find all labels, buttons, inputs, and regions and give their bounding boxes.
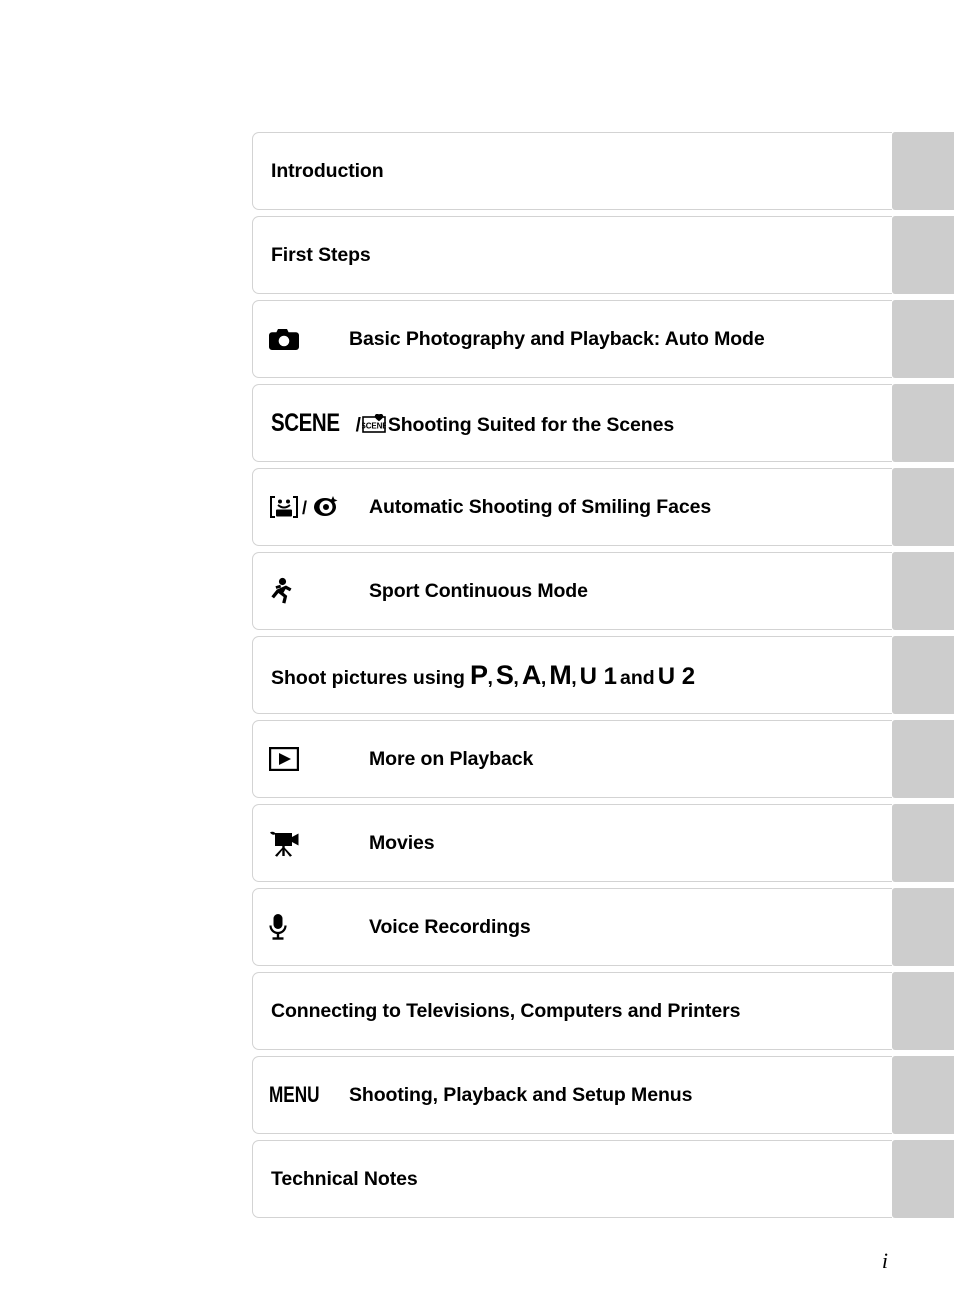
chapter-tab [892, 888, 954, 966]
toc-entry-movies[interactable]: Movies [252, 804, 892, 882]
toc-entry-voice-recordings[interactable]: Voice Recordings [252, 888, 892, 966]
svg-text:SCENE: SCENE [362, 421, 386, 430]
chapter-tab [892, 636, 954, 714]
menu-icon-text: MENU [269, 1082, 320, 1107]
toc-row[interactable]: SCENE / SCENE Shooting Suited for the Sce… [252, 384, 954, 462]
toc-label: Movies [369, 831, 435, 854]
toc-row[interactable]: / Automatic Shooting of Smiling Faces [252, 468, 954, 546]
movie-camera-icon [253, 830, 349, 857]
toc-label: Basic Photography and Playback: Auto Mod… [349, 327, 765, 350]
scene-row-content: SCENE / SCENE Shooting Suited for the Sce… [271, 408, 675, 437]
toc-row[interactable]: Technical Notes [252, 1140, 954, 1218]
toc-row[interactable]: Introduction [252, 132, 954, 210]
toc-entry-connecting[interactable]: Connecting to Televisions, Computers and… [252, 972, 892, 1050]
toc-entry-menus[interactable]: MENU Shooting, Playback and Setup Menus [252, 1056, 892, 1134]
toc-label: Automatic Shooting of Smiling Faces [369, 495, 712, 518]
toc-label: Connecting to Televisions, Computers and… [271, 999, 741, 1022]
toc-label: Voice Recordings [369, 915, 531, 938]
toc-row[interactable]: More on Playback [252, 720, 954, 798]
toc-row[interactable]: Connecting to Televisions, Computers and… [252, 972, 954, 1050]
mode-p-icon: P [469, 659, 488, 690]
toc-row[interactable]: First Steps [252, 216, 954, 294]
chapter-tab [892, 132, 954, 210]
camera-icon [253, 327, 349, 351]
toc-row[interactable]: Movies [252, 804, 954, 882]
mode-u1-icon: U 1 [579, 662, 618, 690]
chapter-tab [892, 1140, 954, 1218]
toc-row[interactable]: Voice Recordings [252, 888, 954, 966]
toc-label-conjunction: and [620, 666, 655, 689]
toc-entry-sport-continuous[interactable]: Sport Continuous Mode [252, 552, 892, 630]
toc-label: First Steps [271, 243, 371, 266]
chapter-tab [892, 300, 954, 378]
chapter-tab [892, 552, 954, 630]
toc-label-prefix: Shoot pictures using [271, 666, 465, 689]
page-number: i [881, 1248, 888, 1273]
table-of-contents: Introduction First Steps Basic Photograp… [252, 132, 954, 1224]
mode-s-icon: S [495, 659, 514, 690]
smile-face-and-blink-icon: / [253, 494, 349, 520]
runner-icon [253, 577, 349, 605]
scene-badge-icon: SCENE [362, 413, 386, 434]
chapter-tab [892, 1056, 954, 1134]
toc-entry-psam-modes[interactable]: Shoot pictures using P, S, A, M, U 1 and U 2 [252, 636, 892, 714]
toc-entry-more-on-playback[interactable]: More on Playback [252, 720, 892, 798]
chapter-tab [892, 972, 954, 1050]
toc-row[interactable]: Shoot pictures using P, S, A, M, U 1 and U 2 [252, 636, 954, 714]
toc-entry-scene[interactable]: SCENE / SCENE Shooting Suited for the Sce… [252, 384, 892, 462]
toc-label: Sport Continuous Mode [369, 579, 588, 602]
mode-u2-icon: U 2 [657, 662, 696, 690]
mode-m-icon: M [549, 659, 572, 690]
toc-label: Technical Notes [271, 1167, 418, 1190]
toc-entry-introduction[interactable]: Introduction [252, 132, 892, 210]
chapter-tab [892, 804, 954, 882]
toc-entry-auto-mode[interactable]: Basic Photography and Playback: Auto Mod… [252, 300, 892, 378]
chapter-tab [892, 384, 954, 462]
toc-entry-first-steps[interactable]: First Steps [252, 216, 892, 294]
chapter-tab [892, 720, 954, 798]
mode-a-icon: A [521, 659, 542, 690]
toc-row[interactable]: Basic Photography and Playback: Auto Mod… [252, 300, 954, 378]
menu-wordmark-icon: MENU [253, 1082, 349, 1108]
toc-label: Shooting, Playback and Setup Menus [349, 1083, 693, 1106]
toc-entry-technical-notes[interactable]: Technical Notes [252, 1140, 892, 1218]
chapter-tab [892, 216, 954, 294]
toc-label: Introduction [271, 159, 384, 182]
playback-icon [253, 747, 349, 771]
psam-row-content: Shoot pictures using P, S, A, M, U 1 and U 2 [271, 659, 696, 690]
microphone-icon [253, 913, 349, 941]
chapter-tab [892, 468, 954, 546]
toc-label: Shooting Suited for the Scenes [387, 413, 675, 436]
toc-row[interactable]: Sport Continuous Mode [252, 552, 954, 630]
svg-text:/: / [302, 498, 307, 518]
toc-label: More on Playback [369, 747, 534, 770]
scene-wordmark-icon: SCENE [271, 408, 340, 437]
toc-row[interactable]: MENU Shooting, Playback and Setup Menus [252, 1056, 954, 1134]
toc-entry-smile-shooting[interactable]: / Automatic Shooting of Smiling Faces [252, 468, 892, 546]
